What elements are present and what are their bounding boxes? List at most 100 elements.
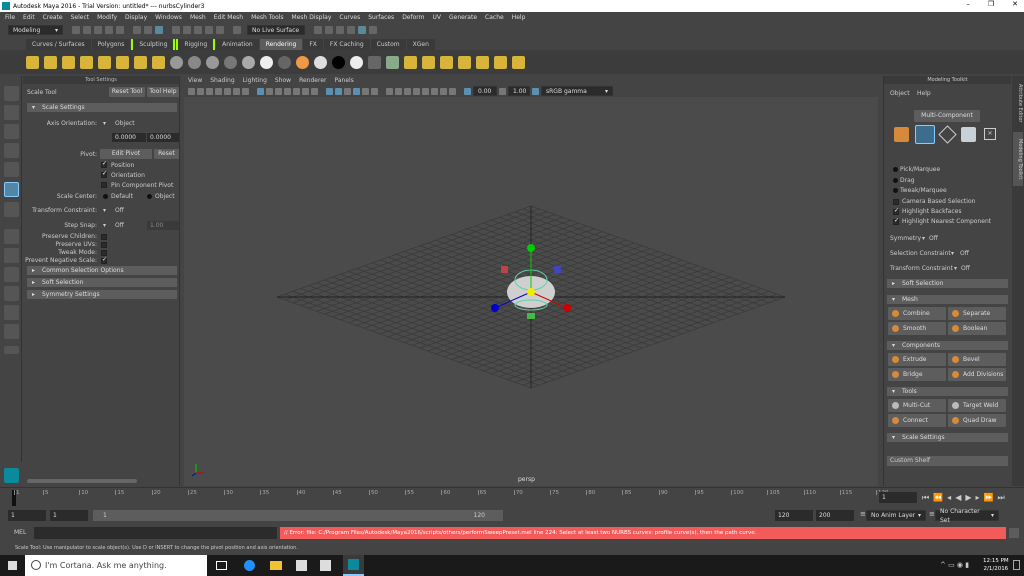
tab-sculpting[interactable]: Sculpting [131,39,176,50]
menu-help[interactable]: Help [512,14,526,21]
gate-mask-icon[interactable] [284,87,291,95]
menu-surfaces[interactable]: Surfaces [368,14,394,21]
quad-draw-button[interactable]: Quad Draw [948,414,1006,427]
animation-start-field[interactable]: 1 [8,510,46,521]
maya-home-icon[interactable] [4,468,19,483]
script-editor-icon[interactable] [1009,528,1019,538]
target-weld-button[interactable]: Target Weld [948,399,1006,412]
paint-select-icon[interactable] [4,124,19,139]
viewport-menu-panels[interactable]: Panels [334,76,353,85]
system-tray-icons[interactable]: ^ ▭ ◉ ▮ [940,561,969,569]
value-field-1[interactable]: 0.0000 [112,133,146,142]
maya-taskbar-button[interactable] [343,555,364,576]
smooth-shade-icon[interactable] [335,87,342,95]
step-back-icon[interactable]: ◂ [947,493,951,503]
windows-start-icon[interactable] [8,561,17,570]
light-icon[interactable] [62,55,75,69]
light-icon[interactable] [80,55,93,69]
step-snap-dropdown[interactable]: Off [115,221,124,230]
bridge-button[interactable]: Bridge [888,368,946,381]
tab-fx-caching[interactable]: FX Caching [323,39,370,50]
snap-point-icon[interactable] [194,26,202,34]
save-scene-icon[interactable] [94,26,102,34]
tab-rigging[interactable]: Rigging [176,39,216,50]
soft-selection-frame[interactable]: ▸ Soft Selection [887,279,1008,288]
menu-generate[interactable]: Generate [449,14,477,21]
soft-selection-frame[interactable]: ▸ Soft Selection [27,278,177,287]
tweak-marquee-radio[interactable] [893,188,898,193]
toggle-tool-icon[interactable] [369,26,377,34]
tab-fx[interactable]: FX [303,39,323,50]
boolean-button[interactable]: Boolean [948,322,1006,335]
viewport-menu-renderer[interactable]: Renderer [299,76,326,85]
transform-constraint-dropdown[interactable]: Off [961,264,970,273]
motion-blur-icon[interactable] [395,87,402,95]
material-sphere-icon[interactable] [224,55,237,69]
anti-aliasing-icon[interactable] [404,87,411,95]
multi-cut-button[interactable]: Multi-Cut [888,399,946,412]
axis-orientation-dropdown[interactable]: Object [115,119,135,128]
light-icon[interactable] [116,55,129,69]
connect-button[interactable]: Connect [888,414,946,427]
playback-start-field[interactable]: 1 [50,510,88,521]
extrude-button[interactable]: Extrude [888,353,946,366]
black-sphere-icon[interactable] [332,55,345,69]
mode-dropdown[interactable]: Modeling ▾ [8,25,63,35]
pin-component-pivot-checkbox[interactable] [101,182,107,188]
position-checkbox[interactable]: ✓ [101,160,107,168]
camera-attributes-icon[interactable] [197,87,204,95]
isolate-select-icon[interactable] [422,87,429,95]
rotate-tool-icon[interactable] [4,162,19,177]
object-menu[interactable]: Object [890,90,910,97]
viewport-menu-shading[interactable]: Shading [210,76,234,85]
redo-icon[interactable] [116,26,124,34]
render-icon[interactable] [458,55,471,69]
render-settings-icon[interactable] [336,26,344,34]
render-icon[interactable] [404,55,417,69]
image-plane-icon[interactable] [215,87,222,95]
components-frame[interactable]: ▾ Components [887,341,1008,350]
render-icon[interactable] [512,55,525,69]
go-to-start-icon[interactable]: ⏮ [922,493,929,503]
menu-create[interactable]: Create [43,14,63,21]
task-view-icon[interactable] [216,561,227,570]
use-all-lights-icon[interactable] [362,87,369,95]
ipr-render-icon[interactable] [325,26,333,34]
tab-curves-surfaces[interactable]: Curves / Surfaces [26,39,91,50]
two-layout-icon[interactable] [4,267,19,282]
tab-xgen[interactable]: XGen [406,39,435,50]
grease-pencil-icon[interactable] [233,87,240,95]
lasso-tool-icon[interactable] [4,105,19,120]
camera-based-selection-checkbox[interactable] [893,199,899,205]
custom-shelf-field[interactable]: Custom Shelf [887,456,1008,466]
tab-animation[interactable]: Animation [216,39,259,50]
menu-uv[interactable]: UV [433,14,442,21]
snap-view-icon[interactable] [205,26,213,34]
help-menu[interactable]: Help [917,90,931,97]
render-icon[interactable] [476,55,489,69]
menu-cache[interactable]: Cache [485,14,504,21]
scale-settings-frame[interactable]: ▾ Scale Settings [887,433,1008,442]
object-radio[interactable] [147,194,152,199]
light-icon[interactable] [26,55,39,69]
default-radio[interactable] [103,194,108,199]
symmetry-dropdown[interactable]: Off [929,234,938,243]
edge-browser-icon[interactable] [244,560,255,571]
orientation-checkbox[interactable]: ✓ [101,170,107,178]
wireframe-on-shaded-icon[interactable] [344,87,351,95]
single-layout-icon[interactable] [4,229,19,244]
character-set-icon[interactable]: ≡ [929,510,935,518]
reset-pivot-button[interactable]: Reset [154,149,179,159]
exposure-icon[interactable] [464,87,471,95]
scale-x-handle[interactable] [563,304,571,312]
file-explorer-icon[interactable] [270,561,282,570]
drag-radio[interactable] [893,178,898,183]
multi-component-button[interactable]: Multi-Component [914,110,980,122]
playback-end-field[interactable]: 120 [775,510,813,521]
menu-edit[interactable]: Edit [23,14,35,21]
grid-icon[interactable] [257,87,264,95]
material-sphere-icon[interactable] [206,55,219,69]
xray-components-icon[interactable] [449,87,456,95]
material-sphere-icon[interactable] [242,55,255,69]
vertex-mode-icon[interactable] [915,125,935,144]
